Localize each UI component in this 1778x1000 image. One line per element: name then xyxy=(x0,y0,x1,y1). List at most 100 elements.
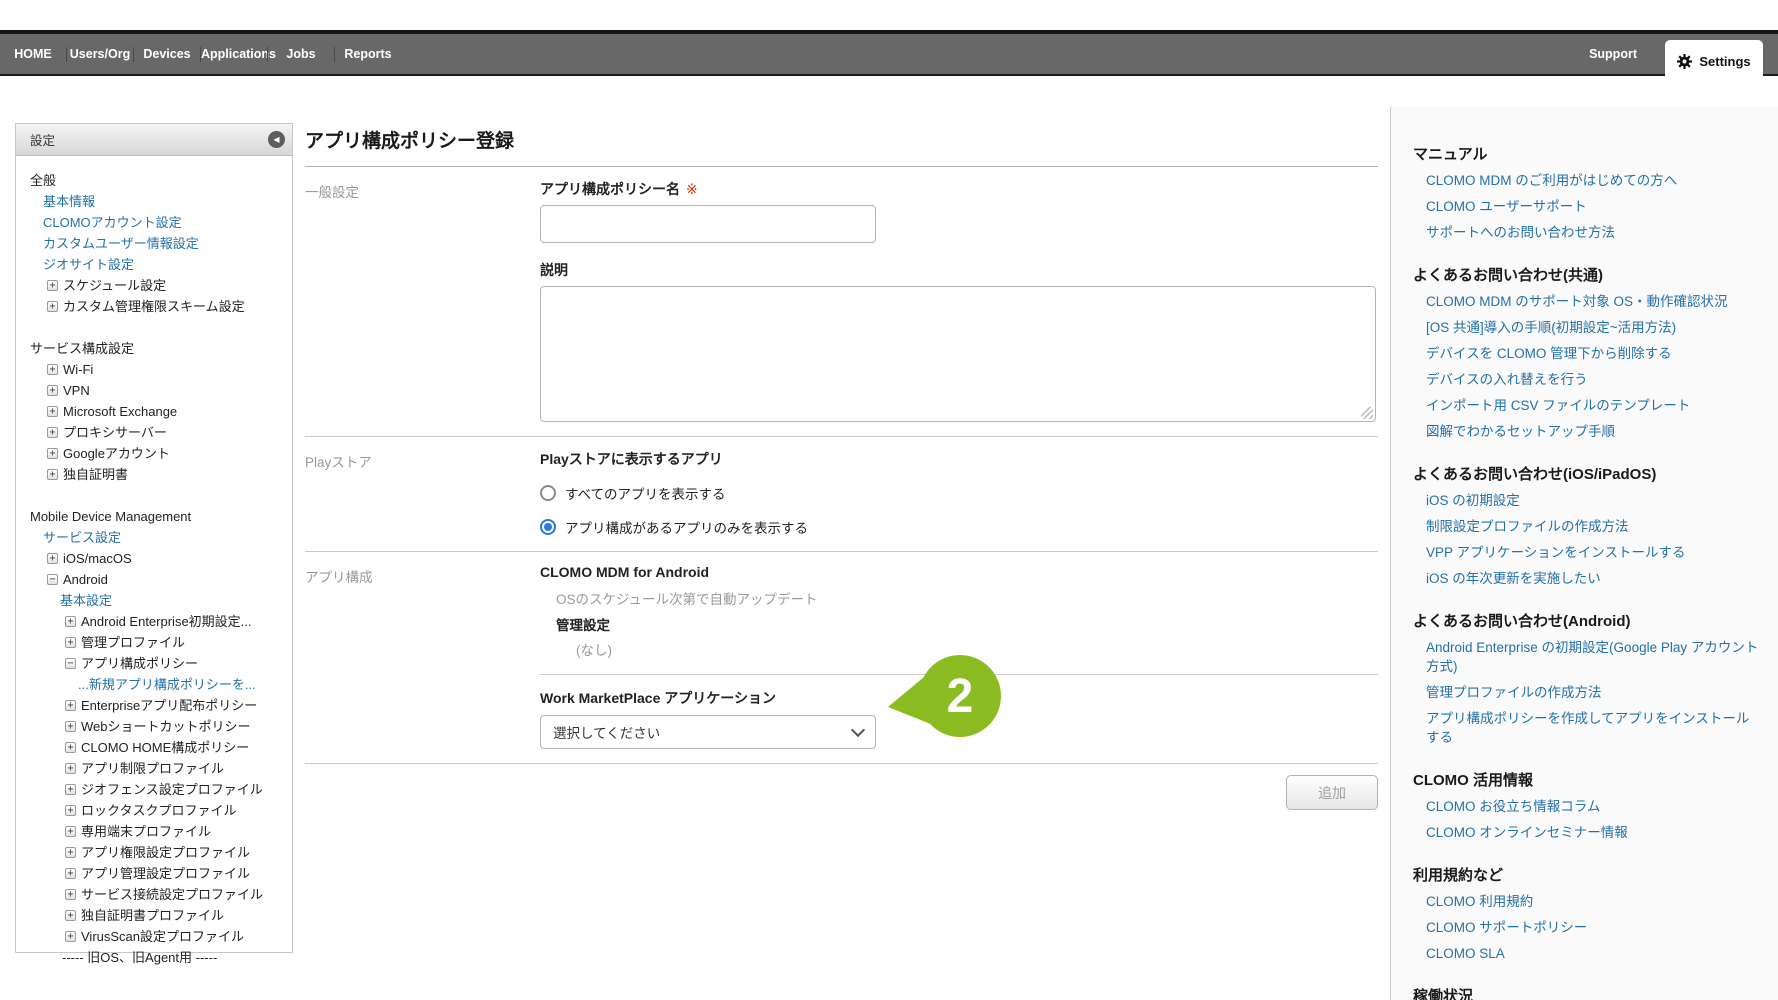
plus-icon[interactable]: + xyxy=(47,427,58,438)
tree-node-wifi[interactable]: +Wi-Fi xyxy=(30,359,288,380)
plus-icon[interactable]: + xyxy=(47,280,58,291)
nav-users-org[interactable]: Users/Org xyxy=(67,47,133,61)
tree-node-app-restriction-profile[interactable]: +アプリ制限プロファイル xyxy=(30,758,288,779)
main-menu: HOME Users/Org Devices Applications Jobs… xyxy=(0,34,1778,74)
nav-reports[interactable]: Reports xyxy=(335,47,401,61)
help-link[interactable]: 図解でわかるセットアップ手順 xyxy=(1413,422,1762,441)
help-link[interactable]: デバイスを CLOMO 管理下から削除する xyxy=(1413,344,1762,363)
add-button[interactable]: 追加 xyxy=(1286,775,1378,810)
nav-home[interactable]: HOME xyxy=(0,47,66,61)
help-link[interactable]: CLOMO オンラインセミナー情報 xyxy=(1413,823,1762,842)
tree-link-android-basic[interactable]: 基本設定 xyxy=(30,590,288,611)
work-marketplace-select[interactable]: 選択してください xyxy=(540,715,876,749)
tree-link-clomo-account[interactable]: CLOMOアカウント設定 xyxy=(30,212,288,233)
help-section-header: よくあるお問い合わせ(Android) xyxy=(1413,610,1762,631)
tree-node-service-connection-profile[interactable]: +サービス接続設定プロファイル xyxy=(30,884,288,905)
help-link[interactable]: CLOMO SLA xyxy=(1413,944,1762,963)
page-title: アプリ構成ポリシー登録 xyxy=(305,126,1378,153)
help-link[interactable]: 管理プロファイルの作成方法 xyxy=(1413,683,1762,702)
tree-node-custom-cert[interactable]: +独自証明書 xyxy=(30,464,288,485)
tree-node-virusscan-profile[interactable]: +VirusScan設定プロファイル xyxy=(30,926,288,947)
plus-icon[interactable]: + xyxy=(65,721,76,732)
plus-icon[interactable]: + xyxy=(65,910,76,921)
plus-icon[interactable]: + xyxy=(65,616,76,627)
plus-icon[interactable]: + xyxy=(65,931,76,942)
plus-icon[interactable]: + xyxy=(65,742,76,753)
minus-icon[interactable]: − xyxy=(65,658,76,669)
nav-devices[interactable]: Devices xyxy=(134,47,200,61)
help-link[interactable]: VPP アプリケーションをインストールする xyxy=(1413,543,1762,562)
plus-icon[interactable]: + xyxy=(47,406,58,417)
app-name: CLOMO MDM for Android xyxy=(540,564,1378,580)
policy-name-input[interactable] xyxy=(540,205,876,243)
plus-icon[interactable]: + xyxy=(47,385,58,396)
help-link[interactable]: CLOMO お役立ち情報コラム xyxy=(1413,797,1762,816)
plus-icon[interactable]: + xyxy=(65,868,76,879)
tree-node-google-account[interactable]: +Googleアカウント xyxy=(30,443,288,464)
tree-node-app-permission-profile[interactable]: +アプリ権限設定プロファイル xyxy=(30,842,288,863)
tree-node-app-config-policy[interactable]: −アプリ構成ポリシー xyxy=(30,653,288,674)
tree-node-clomo-home-policy[interactable]: +CLOMO HOME構成ポリシー xyxy=(30,737,288,758)
help-link[interactable]: iOS の初期設定 xyxy=(1413,491,1762,510)
nav-applications[interactable]: Applications xyxy=(201,47,267,61)
plus-icon[interactable]: + xyxy=(47,553,58,564)
radio-unselected-icon[interactable] xyxy=(540,485,556,501)
plus-icon[interactable]: + xyxy=(65,784,76,795)
tree-node-dedicated-device-profile[interactable]: +専用端末プロファイル xyxy=(30,821,288,842)
help-link[interactable]: CLOMO サポートポリシー xyxy=(1413,918,1762,937)
plus-icon[interactable]: + xyxy=(65,805,76,816)
tree-node-android-enterprise-init[interactable]: +Android Enterprise初期設定... xyxy=(30,611,288,632)
help-link[interactable]: インポート用 CSV ファイルのテンプレート xyxy=(1413,396,1762,415)
tree-link-new-app-config-policy[interactable]: ...新規アプリ構成ポリシーを... xyxy=(30,674,288,695)
tree-node-enterprise-app-policy[interactable]: +Enterpriseアプリ配布ポリシー xyxy=(30,695,288,716)
tab-settings[interactable]: Settings xyxy=(1665,40,1763,82)
tree-node-ms-exchange[interactable]: +Microsoft Exchange xyxy=(30,401,288,422)
help-link[interactable]: CLOMO MDM のご利用がはじめての方へ xyxy=(1413,171,1762,190)
help-link[interactable]: アプリ構成ポリシーを作成してアプリをインストールする xyxy=(1413,709,1762,747)
tree-node-web-shortcut-policy[interactable]: +Webショートカットポリシー xyxy=(30,716,288,737)
help-link[interactable]: [OS 共通]導入の手順(初期設定~活用方法) xyxy=(1413,318,1762,337)
help-link[interactable]: CLOMO ユーザーサポート xyxy=(1413,197,1762,216)
help-link[interactable]: CLOMO 利用規約 xyxy=(1413,892,1762,911)
tree-node-app-management-profile[interactable]: +アプリ管理設定プロファイル xyxy=(30,863,288,884)
tree-link-geosite[interactable]: ジオサイト設定 xyxy=(30,254,288,275)
help-link[interactable]: CLOMO MDM のサポート対象 OS・動作確認状況 xyxy=(1413,292,1762,311)
help-link[interactable]: サポートへのお問い合わせ方法 xyxy=(1413,223,1762,242)
tree-node-schedule[interactable]: +スケジュール設定 xyxy=(30,275,288,296)
tree-link-service-settings[interactable]: サービス設定 xyxy=(30,527,288,548)
plus-icon[interactable]: + xyxy=(65,847,76,858)
plus-icon[interactable]: + xyxy=(65,763,76,774)
help-link[interactable]: iOS の年次更新を実施したい xyxy=(1413,569,1762,588)
sidebar-header: 設定 ◀ xyxy=(16,124,292,156)
plus-icon[interactable]: + xyxy=(47,364,58,375)
plus-icon[interactable]: + xyxy=(65,700,76,711)
tree-node-proxy[interactable]: +プロキシサーバー xyxy=(30,422,288,443)
description-textarea[interactable] xyxy=(540,286,1376,422)
plus-icon[interactable]: + xyxy=(65,826,76,837)
plus-icon[interactable]: + xyxy=(47,469,58,480)
radio-show-all-apps[interactable]: すべてのアプリを表示する xyxy=(540,483,1378,503)
nav-support[interactable]: Support xyxy=(1589,34,1637,74)
plus-icon[interactable]: + xyxy=(47,448,58,459)
sidebar-collapse-button[interactable]: ◀ xyxy=(268,131,285,148)
plus-icon[interactable]: + xyxy=(47,301,58,312)
tree-node-geofence-profile[interactable]: +ジオフェンス設定プロファイル xyxy=(30,779,288,800)
tree-node-managed-profile[interactable]: +管理プロファイル xyxy=(30,632,288,653)
plus-icon[interactable]: + xyxy=(65,889,76,900)
nav-jobs[interactable]: Jobs xyxy=(268,47,334,61)
help-link[interactable]: 制限設定プロファイルの作成方法 xyxy=(1413,517,1762,536)
tree-node-vpn[interactable]: +VPN xyxy=(30,380,288,401)
tree-node-ios-macos[interactable]: +iOS/macOS xyxy=(30,548,288,569)
tree-link-custom-user-info[interactable]: カスタムユーザー情報設定 xyxy=(30,233,288,254)
tree-node-android[interactable]: −Android xyxy=(30,569,288,590)
radio-selected-icon[interactable] xyxy=(540,519,556,535)
help-link[interactable]: Android Enterprise の初期設定(Google Play アカウ… xyxy=(1413,638,1762,676)
tree-link-basic-info[interactable]: 基本情報 xyxy=(30,191,288,212)
minus-icon[interactable]: − xyxy=(47,574,58,585)
tree-node-locktask-profile[interactable]: +ロックタスクプロファイル xyxy=(30,800,288,821)
help-link[interactable]: デバイスの入れ替えを行う xyxy=(1413,370,1762,389)
tree-node-custom-cert-profile[interactable]: +独自証明書プロファイル xyxy=(30,905,288,926)
plus-icon[interactable]: + xyxy=(65,637,76,648)
radio-show-configured-apps[interactable]: アプリ構成があるアプリのみを表示する xyxy=(540,517,1378,537)
tree-node-custom-admin-scheme[interactable]: +カスタム管理権限スキーム設定 xyxy=(30,296,288,317)
